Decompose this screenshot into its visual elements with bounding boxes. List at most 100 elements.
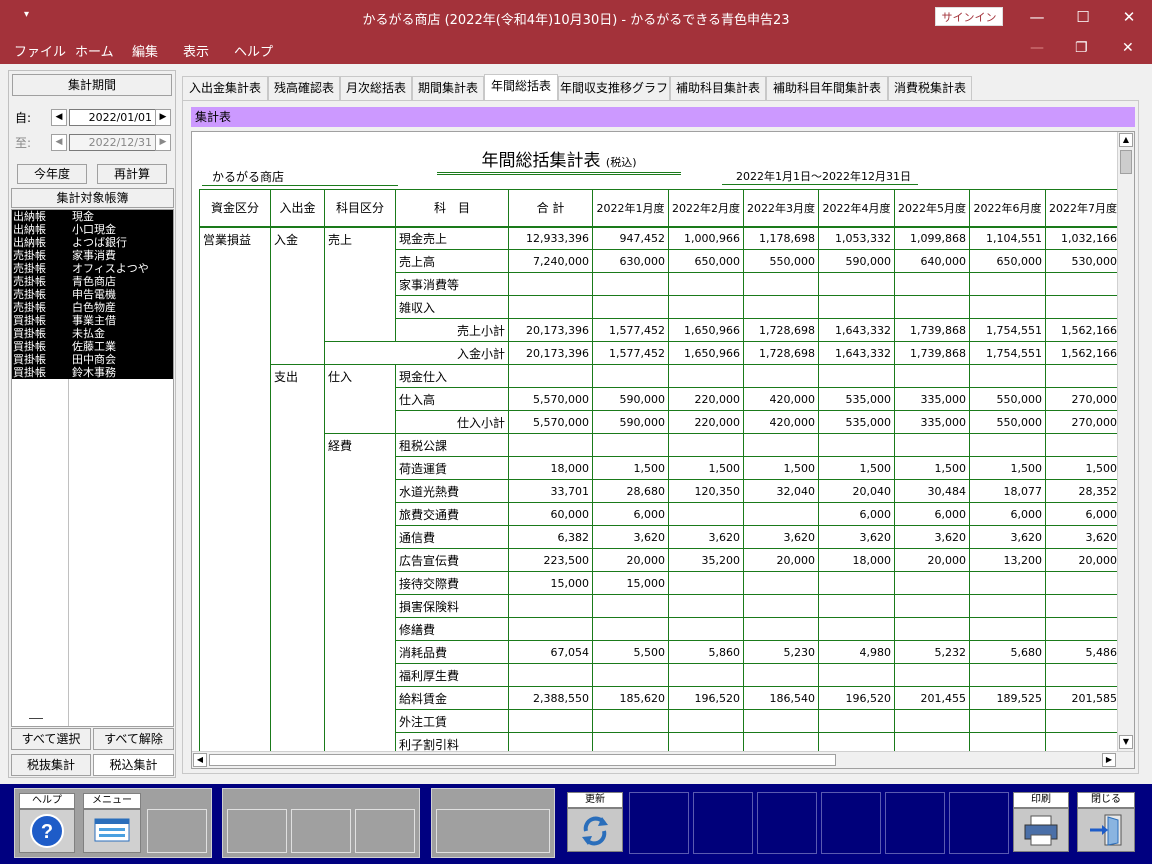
tab-balance-check[interactable]: 残高確認表 bbox=[268, 76, 340, 100]
amount-cell bbox=[743, 502, 819, 526]
amount-cell bbox=[508, 272, 593, 296]
tab-sub-account-summary[interactable]: 補助科目集計表 bbox=[670, 76, 766, 100]
amount-cell: 223,500 bbox=[508, 548, 593, 572]
amount-cell bbox=[743, 272, 819, 296]
amount-cell: 3,620 bbox=[743, 525, 819, 549]
minimize-button[interactable]: — bbox=[1014, 0, 1060, 34]
book-list-item[interactable]: 売掛帳 白色物産 bbox=[12, 301, 173, 314]
amount-cell: 12,933,396 bbox=[508, 226, 593, 250]
horizontal-scroll-thumb[interactable] bbox=[209, 754, 836, 766]
menu-button[interactable] bbox=[83, 809, 141, 853]
amount-cell: 1,728,698 bbox=[743, 318, 819, 342]
book-list-item[interactable]: 出納帳 小口現金 bbox=[12, 223, 173, 236]
tab-cashflow-summary[interactable]: 入出金集計表 bbox=[182, 76, 268, 100]
empty-fkey bbox=[757, 792, 817, 854]
from-date-field[interactable]: 2022/01/01 bbox=[69, 109, 157, 126]
close-window-button[interactable] bbox=[1077, 808, 1135, 852]
amount-cell bbox=[969, 594, 1046, 618]
tax-exclusive-tab[interactable]: 税抜集計 bbox=[11, 754, 91, 776]
close-button[interactable]: ✕ bbox=[1106, 0, 1152, 34]
menu-bar: ファイル ホーム 編集 表示 ヘルプ — ❐ ✕ bbox=[0, 34, 1152, 64]
deselect-all-button[interactable]: すべて解除 bbox=[93, 728, 174, 750]
tab-annual-trend-graph[interactable]: 年間収支推移グラフ bbox=[558, 76, 670, 100]
book-list-item[interactable]: 買掛帳 佐藤工業 bbox=[12, 340, 173, 353]
mdi-close-button[interactable]: ✕ bbox=[1122, 40, 1134, 56]
amount-cell: 28,680 bbox=[592, 479, 669, 503]
menu-home[interactable]: ホーム bbox=[75, 41, 114, 60]
vertical-scrollbar[interactable]: ▲ ▼ bbox=[1117, 132, 1134, 752]
amount-cell: 650,000 bbox=[668, 249, 744, 273]
update-button[interactable] bbox=[567, 808, 623, 852]
book-list-item[interactable]: 売掛帳 オフィスよつや bbox=[12, 262, 173, 275]
book-list-item[interactable]: 買掛帳 事業主借 bbox=[12, 314, 173, 327]
menu-edit[interactable]: 編集 bbox=[132, 41, 158, 60]
tab-sub-account-annual[interactable]: 補助科目年間集計表 bbox=[766, 76, 888, 100]
account-name: 福利厚生費 bbox=[395, 663, 509, 687]
signin-button[interactable]: サインイン bbox=[935, 7, 1003, 26]
print-button[interactable] bbox=[1013, 808, 1069, 852]
account-name: 水道光熱費 bbox=[395, 479, 509, 503]
menu-file[interactable]: ファイル bbox=[14, 41, 66, 60]
book-list-item[interactable]: 買掛帳 未払金 bbox=[12, 327, 173, 340]
amount-cell bbox=[743, 617, 819, 641]
empty-fkey bbox=[949, 792, 1009, 854]
amount-cell: 947,452 bbox=[592, 226, 669, 250]
amount-cell: 1,728,698 bbox=[743, 341, 819, 365]
amount-cell: 5,570,000 bbox=[508, 410, 593, 434]
from-next-button[interactable]: ▶ bbox=[155, 109, 171, 126]
book-list[interactable]: 出納帳 現金 出納帳 小口現金 出納帳 よつば銀行 売掛帳 家事消費 売掛帳 オフィスよつや 売掛帳… bbox=[11, 209, 174, 727]
recalc-button[interactable]: 再計算 bbox=[97, 164, 167, 184]
scroll-left-button[interactable]: ◀ bbox=[193, 753, 207, 767]
book-list-item[interactable]: 出納帳 現金 bbox=[12, 210, 173, 223]
amount-cell bbox=[743, 594, 819, 618]
from-prev-button[interactable]: ◀ bbox=[51, 109, 67, 126]
select-all-button[interactable]: すべて選択 bbox=[11, 728, 91, 750]
subtotal-label: 仕入小計 bbox=[395, 410, 509, 434]
tab-annual-summary[interactable]: 年間総括表 bbox=[484, 74, 558, 100]
empty-fkey bbox=[885, 792, 945, 854]
tab-consumption-tax[interactable]: 消費税集計表 bbox=[888, 76, 972, 100]
amount-cell bbox=[894, 364, 970, 388]
mdi-restore-button[interactable]: ❐ bbox=[1075, 40, 1088, 56]
mdi-minimize-button[interactable]: — bbox=[1030, 40, 1044, 56]
to-next-button[interactable]: ▶ bbox=[155, 134, 171, 151]
splitter-handle[interactable] bbox=[29, 718, 43, 719]
amount-cell: 220,000 bbox=[668, 410, 744, 434]
this-year-button[interactable]: 今年度 bbox=[17, 164, 87, 184]
tab-period-summary[interactable]: 期間集計表 bbox=[412, 76, 484, 100]
account-name: 外注工賃 bbox=[395, 709, 509, 733]
to-date-field[interactable]: 2022/12/31 bbox=[69, 134, 157, 151]
book-list-item[interactable]: 売掛帳 青色商店 bbox=[12, 275, 173, 288]
menu-help[interactable]: ヘルプ bbox=[234, 41, 273, 60]
maximize-button[interactable]: ☐ bbox=[1060, 0, 1106, 34]
amount-cell: 420,000 bbox=[743, 387, 819, 411]
book-list-item[interactable]: 買掛帳 鈴木事務 bbox=[12, 366, 173, 379]
amount-cell: 1,577,452 bbox=[592, 341, 669, 365]
amount-cell: 201,455 bbox=[894, 686, 970, 710]
vertical-scroll-thumb[interactable] bbox=[1120, 150, 1132, 174]
amount-cell: 590,000 bbox=[818, 249, 895, 273]
book-list-item[interactable]: 売掛帳 家事消費 bbox=[12, 249, 173, 262]
scroll-down-button[interactable]: ▼ bbox=[1119, 735, 1133, 749]
amount-cell: 3,620 bbox=[668, 525, 744, 549]
book-list-item[interactable]: 買掛帳 田中商会 bbox=[12, 353, 173, 366]
direction-out: 支出 bbox=[270, 364, 325, 756]
amount-cell: 1,577,452 bbox=[592, 318, 669, 342]
amount-cell: 5,860 bbox=[668, 640, 744, 664]
book-list-item[interactable]: 出納帳 よつば銀行 bbox=[12, 236, 173, 249]
scroll-up-button[interactable]: ▲ bbox=[1119, 133, 1133, 147]
help-button[interactable]: ? bbox=[19, 809, 75, 853]
menu-view[interactable]: 表示 bbox=[183, 41, 209, 60]
book-list-item[interactable]: 売掛帳 申告電機 bbox=[12, 288, 173, 301]
tax-inclusive-tab[interactable]: 税込集計 bbox=[93, 754, 174, 776]
account-name: 旅費交通費 bbox=[395, 502, 509, 526]
amount-cell: 630,000 bbox=[592, 249, 669, 273]
amount-cell: 6,000 bbox=[592, 502, 669, 526]
amount-cell: 1,032,166 bbox=[1045, 226, 1121, 250]
to-prev-button[interactable]: ◀ bbox=[51, 134, 67, 151]
col-header: 2022年4月度 bbox=[818, 189, 895, 227]
horizontal-scrollbar[interactable]: ◀ ▶ bbox=[192, 751, 1134, 768]
scroll-right-button[interactable]: ▶ bbox=[1102, 753, 1116, 767]
tab-monthly-summary[interactable]: 月次総括表 bbox=[340, 76, 412, 100]
amount-cell bbox=[668, 272, 744, 296]
